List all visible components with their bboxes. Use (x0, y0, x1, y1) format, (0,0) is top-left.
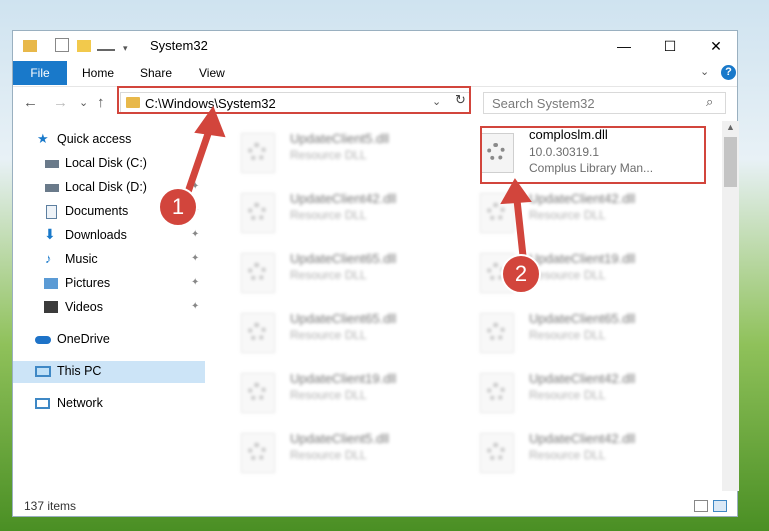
arrow-2-head (500, 178, 532, 205)
arrow-1-shaft (184, 124, 214, 196)
arrow-1-head (194, 105, 226, 138)
arrow-2-shaft (513, 196, 527, 260)
step-badge-2: 2 (501, 254, 541, 294)
step-badge-1: 1 (158, 187, 198, 227)
annotation-arrows (184, 105, 532, 260)
